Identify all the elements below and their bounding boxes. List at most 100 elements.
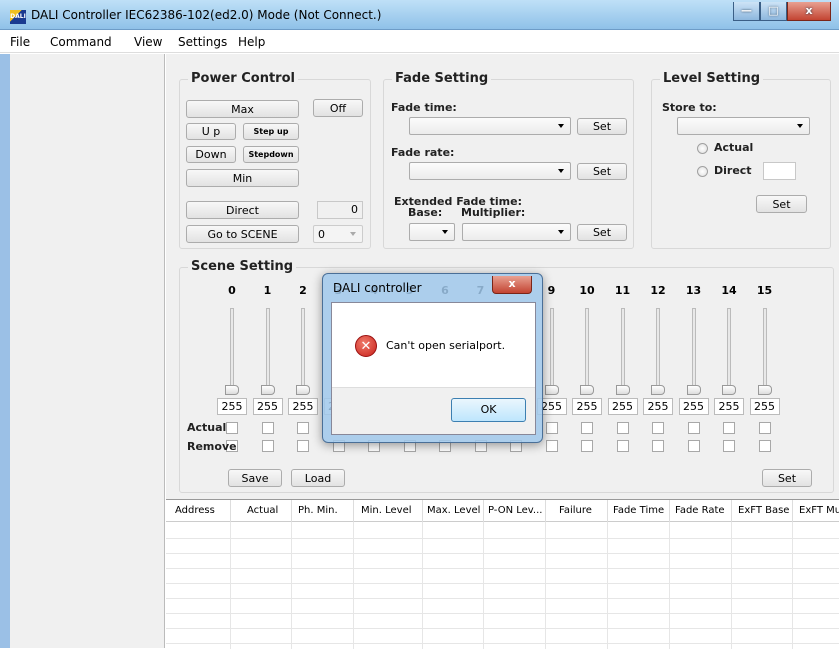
scene-slider-thumb-10[interactable] — [580, 385, 594, 395]
col-p-on-level[interactable]: P-ON Lev... — [488, 505, 550, 516]
step-up-button[interactable]: Step up — [243, 123, 299, 140]
fade-rate-select[interactable] — [409, 162, 571, 180]
scene-slider-thumb-13[interactable] — [686, 385, 701, 395]
scene-value-0[interactable]: 255 — [217, 398, 247, 415]
menu-command[interactable]: Command — [50, 35, 112, 49]
store-to-select[interactable] — [677, 117, 810, 135]
scene-slider-2[interactable] — [301, 308, 305, 390]
scene-slider-13[interactable] — [691, 308, 696, 390]
direct-button[interactable]: Direct — [186, 201, 299, 219]
fade-time-select[interactable] — [409, 117, 571, 135]
scene-slider-10[interactable] — [585, 308, 589, 390]
extended-fade-set-button[interactable]: Set — [577, 224, 627, 241]
scene-remove-checkbox-10[interactable] — [581, 440, 593, 452]
scene-value-12[interactable]: 255 — [643, 398, 673, 415]
scene-slider-thumb-2[interactable] — [296, 385, 310, 395]
minimize-button[interactable]: — — [733, 2, 760, 21]
col-max-level[interactable]: Max. Level — [427, 505, 480, 516]
scene-remove-checkbox-12[interactable] — [652, 440, 664, 452]
scene-actual-checkbox-14[interactable] — [723, 422, 735, 434]
device-tree-panel[interactable] — [10, 54, 165, 648]
col-fade-time[interactable]: Fade Time — [613, 505, 664, 516]
step-down-button[interactable]: Stepdown — [243, 146, 299, 163]
scene-value-14[interactable]: 255 — [714, 398, 744, 415]
scene-remove-checkbox-1[interactable] — [261, 440, 274, 452]
scene-slider-thumb-0[interactable] — [225, 385, 239, 395]
scene-value-11[interactable]: 255 — [607, 398, 638, 415]
scene-slider-thumb-11[interactable] — [615, 385, 630, 395]
max-button[interactable]: Max — [186, 100, 299, 118]
scene-load-button[interactable]: Load — [291, 469, 345, 487]
scene-remove-checkbox-9[interactable] — [545, 440, 558, 452]
goto-scene-button[interactable]: Go to SCENE — [186, 225, 299, 243]
col-ph-min[interactable]: Ph. Min. — [298, 505, 338, 516]
scene-slider-thumb-9[interactable] — [544, 385, 559, 395]
scene-actual-checkbox-9[interactable] — [545, 422, 558, 434]
scene-value-2[interactable]: 255 — [288, 398, 318, 415]
base-select[interactable] — [409, 223, 455, 241]
scene-actual-checkbox-2[interactable] — [297, 422, 309, 434]
maximize-button[interactable]: □ — [760, 2, 787, 21]
actual-radio[interactable] — [697, 143, 708, 154]
down-button[interactable]: Down — [186, 146, 236, 163]
scene-slider-12[interactable] — [656, 308, 660, 390]
col-exft-multiplier[interactable]: ExFT Mu — [799, 505, 839, 516]
scene-slider-9[interactable] — [549, 308, 554, 390]
scene-slider-0[interactable] — [230, 308, 234, 390]
direct-level-field[interactable]: 0 — [317, 201, 363, 219]
close-button[interactable]: x — [787, 2, 831, 21]
scene-actual-checkbox-12[interactable] — [652, 422, 664, 434]
menu-help[interactable]: Help — [238, 35, 265, 49]
up-button[interactable]: U p — [186, 123, 236, 140]
chevron-down-icon — [442, 230, 448, 234]
scene-slider-thumb-15[interactable] — [757, 385, 772, 395]
device-table[interactable]: Address Actual Ph. Min. Min. Level Max. … — [166, 499, 839, 649]
ok-button[interactable]: OK — [451, 398, 526, 422]
scene-set-button[interactable]: Set — [762, 469, 812, 487]
scene-value-1[interactable]: 255 — [252, 398, 283, 415]
menu-settings[interactable]: Settings — [178, 35, 227, 49]
scene-remove-checkbox-13[interactable] — [687, 440, 700, 452]
scene-value-13[interactable]: 255 — [678, 398, 709, 415]
menu-file[interactable]: File — [10, 35, 30, 49]
scene-actual-checkbox-1[interactable] — [261, 422, 274, 434]
level-set-button[interactable]: Set — [756, 195, 807, 213]
scene-remove-checkbox-15[interactable] — [758, 440, 771, 452]
col-actual[interactable]: Actual — [247, 505, 278, 516]
scene-slider-thumb-1[interactable] — [260, 385, 275, 395]
col-exft-base[interactable]: ExFT Base — [738, 505, 789, 516]
scene-select[interactable]: 0 — [313, 225, 363, 243]
dialog-close-button[interactable]: x — [492, 276, 532, 294]
off-button[interactable]: Off — [313, 99, 363, 117]
scene-actual-checkbox-15[interactable] — [758, 422, 771, 434]
scene-value-15[interactable]: 255 — [749, 398, 780, 415]
title-bar[interactable]: DALI DALI Controller IEC62386-102(ed2.0)… — [0, 0, 839, 30]
menu-view[interactable]: View — [134, 35, 162, 49]
min-button[interactable]: Min — [186, 169, 299, 187]
fade-rate-set-button[interactable]: Set — [577, 163, 627, 180]
scene-slider-1[interactable] — [265, 308, 270, 390]
scene-remove-checkbox-14[interactable] — [723, 440, 735, 452]
scene-actual-checkbox-10[interactable] — [581, 422, 593, 434]
scene-actual-checkbox-0[interactable] — [226, 422, 238, 434]
scene-value-10[interactable]: 255 — [572, 398, 602, 415]
scene-slider-11[interactable] — [620, 308, 625, 390]
col-address[interactable]: Address — [175, 505, 215, 516]
scene-slider-14[interactable] — [727, 308, 731, 390]
direct-radio[interactable] — [697, 166, 708, 177]
col-failure[interactable]: Failure — [559, 505, 592, 516]
scene-save-button[interactable]: Save — [228, 469, 282, 487]
scene-actual-checkbox-11[interactable] — [616, 422, 629, 434]
scene-remove-checkbox-2[interactable] — [297, 440, 309, 452]
scene-slider-thumb-12[interactable] — [651, 385, 665, 395]
scene-remove-checkbox-11[interactable] — [616, 440, 629, 452]
scene-slider-thumb-14[interactable] — [722, 385, 736, 395]
col-fade-rate[interactable]: Fade Rate — [675, 505, 725, 516]
col-min-level[interactable]: Min. Level — [361, 505, 412, 516]
fade-time-set-button[interactable]: Set — [577, 118, 627, 135]
error-dialog[interactable]: DALI controller x ✕ Can't open serialpor… — [322, 273, 543, 443]
direct-level-input[interactable] — [763, 162, 796, 180]
scene-slider-15[interactable] — [762, 308, 767, 390]
scene-actual-checkbox-13[interactable] — [687, 422, 700, 434]
multiplier-select[interactable] — [462, 223, 571, 241]
